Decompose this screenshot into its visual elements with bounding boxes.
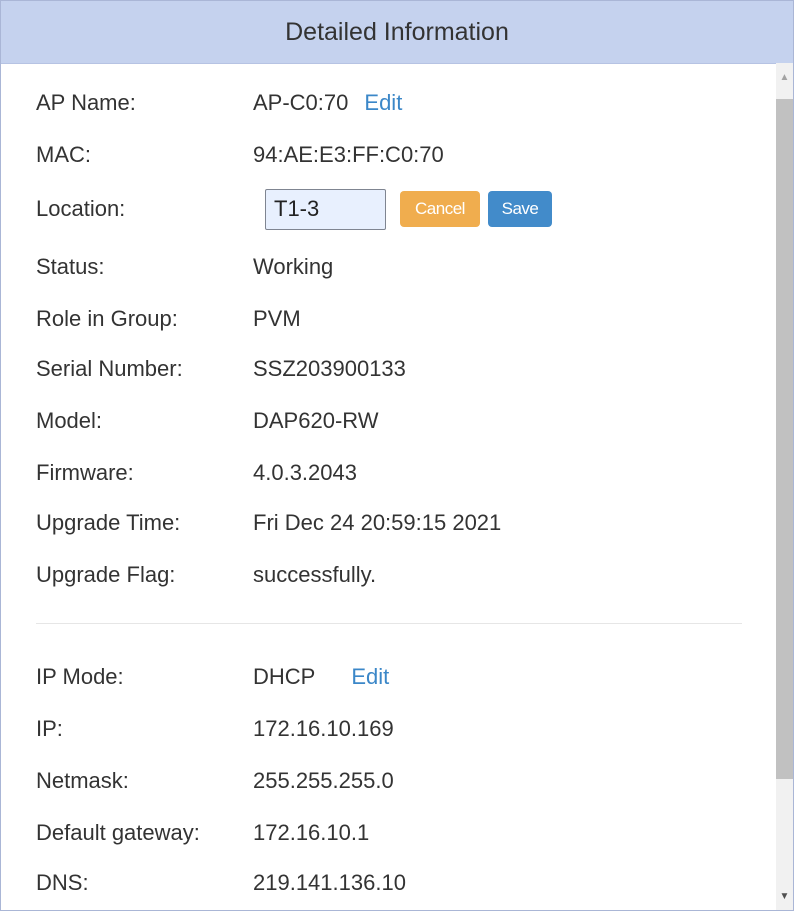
scrollbar-thumb[interactable] bbox=[776, 99, 793, 779]
ap-name-value: AP-C0:70 bbox=[253, 90, 349, 115]
role-label: Role in Group: bbox=[36, 306, 178, 331]
panel-title: Detailed Information bbox=[1, 1, 793, 64]
netmask-label: Netmask: bbox=[36, 768, 129, 793]
detailed-information-panel: Detailed Information AP Name: AP-C0:70 E… bbox=[0, 0, 794, 911]
netmask-value: 255.255.255.0 bbox=[253, 768, 394, 793]
upgrade-flag-label: Upgrade Flag: bbox=[36, 562, 176, 587]
scroll-up-icon[interactable]: ▲ bbox=[776, 67, 793, 87]
model-label: Model: bbox=[36, 408, 103, 433]
status-value: Working bbox=[253, 254, 334, 279]
dns-value: 219.141.136.10 bbox=[253, 870, 406, 895]
upgrade-time-label: Upgrade Time: bbox=[36, 510, 181, 535]
location-input[interactable] bbox=[265, 188, 386, 230]
ap-name-edit-link[interactable]: Edit bbox=[364, 90, 402, 116]
ip-mode-label: IP Mode: bbox=[36, 664, 124, 689]
location-label: Location: bbox=[36, 196, 126, 221]
ip-value: 172.16.10.169 bbox=[253, 716, 394, 741]
ip-label: IP: bbox=[36, 716, 63, 741]
ip-mode-value: DHCP bbox=[253, 664, 316, 689]
model-value: DAP620-RW bbox=[253, 408, 379, 433]
serial-label: Serial Number: bbox=[36, 356, 183, 381]
upgrade-time-value: Fri Dec 24 20:59:15 2021 bbox=[253, 510, 502, 535]
mac-value: 94:AE:E3:FF:C0:70 bbox=[253, 142, 444, 167]
status-label: Status: bbox=[36, 254, 105, 279]
scroll-down-icon[interactable]: ▼ bbox=[776, 886, 793, 906]
role-value: PVM bbox=[253, 306, 301, 331]
dns-label: DNS: bbox=[36, 870, 89, 895]
vertical-scrollbar[interactable]: ▲ ▼ bbox=[776, 63, 793, 910]
section-divider bbox=[36, 623, 742, 624]
gateway-label: Default gateway: bbox=[36, 820, 200, 845]
mac-label: MAC: bbox=[36, 142, 91, 167]
ip-mode-edit-link[interactable]: Edit bbox=[351, 664, 389, 690]
upgrade-flag-value: successfully. bbox=[253, 562, 377, 587]
save-button[interactable]: Save bbox=[488, 191, 552, 227]
cancel-button[interactable]: Cancel bbox=[400, 191, 480, 227]
gateway-value: 172.16.10.1 bbox=[253, 820, 370, 845]
ap-name-label: AP Name: bbox=[36, 90, 136, 115]
firmware-label: Firmware: bbox=[36, 460, 134, 485]
serial-value: SSZ203900133 bbox=[253, 356, 406, 381]
firmware-value: 4.0.3.2043 bbox=[253, 460, 357, 485]
